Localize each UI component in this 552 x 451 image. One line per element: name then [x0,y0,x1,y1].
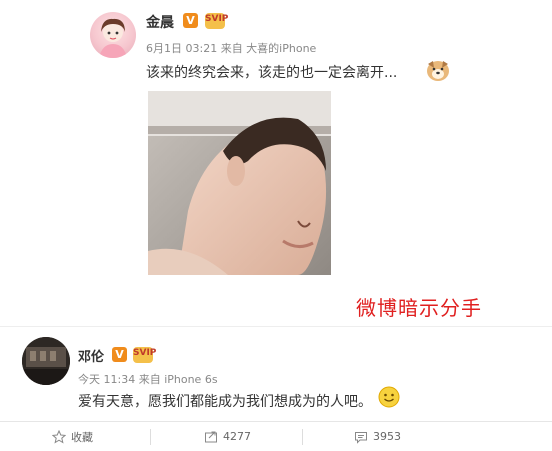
user-avatar-jinchen[interactable] [90,12,136,58]
watermark-caption: 微博暗示分手 [356,296,482,320]
vip-icon: SVIP [133,347,156,363]
action-bar: 收藏 4277 3953 [0,421,552,451]
post-content: 爱有天意，愿我们都能成为我们想成为的人吧。 [78,394,372,410]
star-icon [52,429,66,444]
username-denglun[interactable]: 邓伦 [78,346,104,365]
smile-emoji-icon [378,386,400,408]
collect-button[interactable]: 收藏 [52,422,93,451]
weibo-post-jinchen: 金晨 V SVIP 6月1日 03:21 来自 大喜的iPhone 该来的终究会… [0,0,552,290]
verified-icon: V [112,347,127,362]
repost-button[interactable]: 4277 [204,422,251,451]
comment-button[interactable]: 3953 [354,422,401,451]
post-content: 该来的终究会来，该走的也一定会离开... [146,65,398,81]
user-avatar-denglun[interactable] [22,337,70,385]
dog-emoji-icon [425,58,451,82]
verified-icon: V [183,13,198,28]
separator [302,429,303,445]
repost-icon [205,431,217,442]
comment-count: 3953 [373,430,401,443]
divider [0,326,552,327]
post-photo[interactable] [148,91,331,275]
vip-icon: SVIP [205,13,228,29]
post-meta: 今天 11:34 来自 iPhone 6s [78,373,218,386]
collect-label: 收藏 [71,430,93,444]
username-jinchen[interactable]: 金晨 [146,12,174,32]
separator [150,429,151,445]
post-meta: 6月1日 03:21 来自 大喜的iPhone [146,42,317,55]
repost-count: 4277 [223,430,251,443]
comment-icon [355,431,367,444]
